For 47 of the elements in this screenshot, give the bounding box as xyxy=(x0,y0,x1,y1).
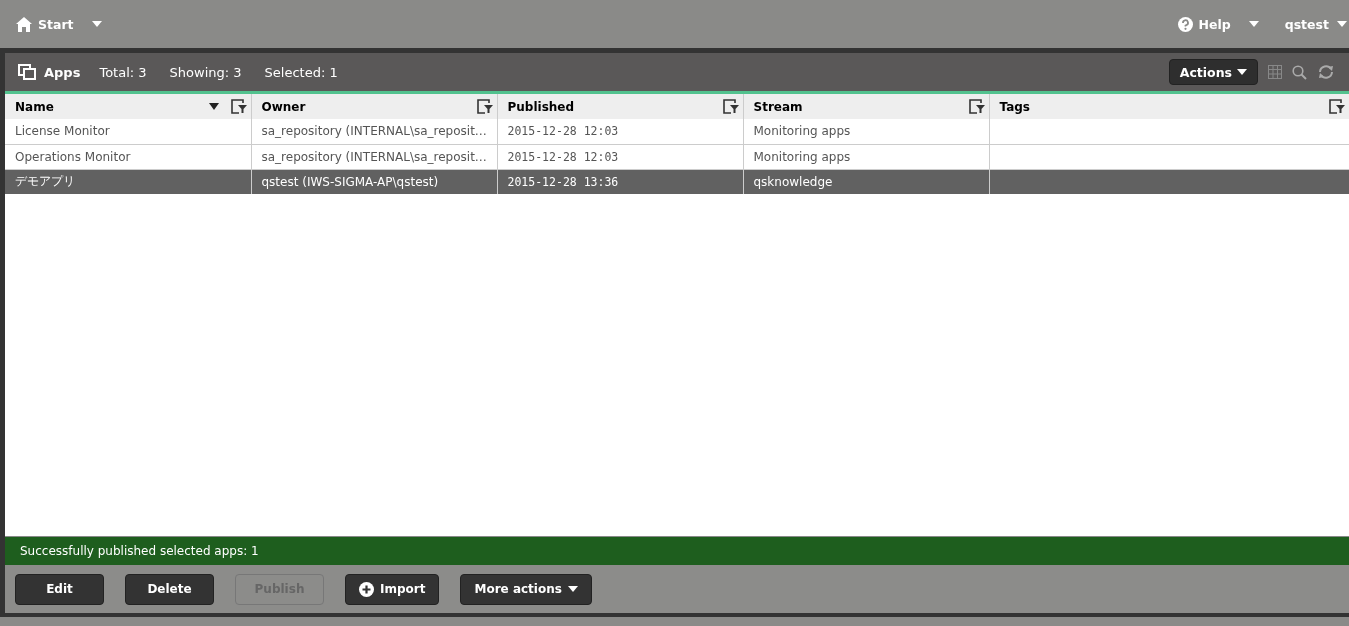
table-cell: 2015-12-28 12:03 xyxy=(507,149,619,164)
filter-icon[interactable] xyxy=(476,99,493,114)
column-header[interactable]: Published xyxy=(497,94,743,119)
count-label: Selected: 1 xyxy=(264,64,338,80)
success-message: Successfully published selected apps: 1 xyxy=(5,536,1349,565)
table-row[interactable]: License Monitor sa_repository (INTERNAL\sa_reposit… 2015-12-28 12:03 Monitoring apps xyxy=(5,119,1349,144)
help-icon xyxy=(1177,16,1193,32)
search-icon[interactable] xyxy=(1292,64,1307,80)
table-cell: qstest (IWS-SIGMA-AP\qstest) xyxy=(261,174,439,189)
count-label: Showing: 3 xyxy=(169,64,242,80)
action-button[interactable]: Edit xyxy=(15,573,104,605)
action-button[interactable]: Delete xyxy=(125,573,214,605)
refresh-icon[interactable] xyxy=(1317,64,1335,80)
sort-descending-icon xyxy=(208,103,219,110)
table-cell: デモアプリ xyxy=(15,174,75,189)
table-cell: sa_repository (INTERNAL\sa_reposit… xyxy=(261,124,487,139)
table-cell: sa_repository (INTERNAL\sa_reposit… xyxy=(261,149,487,164)
filter-icon[interactable] xyxy=(230,99,247,114)
table-row[interactable]: デモアプリ qstest (IWS-SIGMA-AP\qstest) 2015-12-28 13:36 qsknowledge xyxy=(5,169,1349,194)
caret-icon xyxy=(567,586,578,592)
caret-icon xyxy=(91,21,102,27)
page-title: Apps xyxy=(44,64,81,80)
count-label: Total: 3 xyxy=(99,64,147,80)
filter-icon[interactable] xyxy=(968,99,985,114)
column-header[interactable]: Owner xyxy=(251,94,497,119)
table-cell: Operations Monitor xyxy=(15,149,131,164)
table-cell: 2015-12-28 12:03 xyxy=(507,124,619,139)
home-icon xyxy=(16,16,32,32)
apps-icon xyxy=(18,64,36,80)
plus-circle-icon xyxy=(359,581,374,597)
caret-icon xyxy=(1248,21,1259,27)
filter-icon[interactable] xyxy=(722,99,739,114)
table-cell: 2015-12-28 13:36 xyxy=(507,174,619,189)
table-cell: License Monitor xyxy=(15,124,110,139)
caret-icon xyxy=(1237,69,1247,75)
column-header[interactable]: Name xyxy=(5,94,251,119)
actions-button[interactable]: Actions xyxy=(1168,59,1258,85)
more-actions-button[interactable]: More actions xyxy=(460,573,592,605)
table-cell: Monitoring apps xyxy=(753,124,851,139)
table-cell: Monitoring apps xyxy=(753,149,851,164)
caret-icon xyxy=(1337,21,1347,27)
table-row[interactable]: Operations Monitor sa_repository (INTERNAL\sa_reposit… 2015-12-28 12:03 Monitoring apps xyxy=(5,144,1349,169)
table-cell: qsknowledge xyxy=(753,174,833,189)
import-button[interactable]: Import xyxy=(345,573,440,605)
column-header[interactable]: Stream xyxy=(743,94,989,119)
filter-icon[interactable] xyxy=(1329,99,1345,114)
column-header[interactable]: Tags xyxy=(989,94,1349,119)
